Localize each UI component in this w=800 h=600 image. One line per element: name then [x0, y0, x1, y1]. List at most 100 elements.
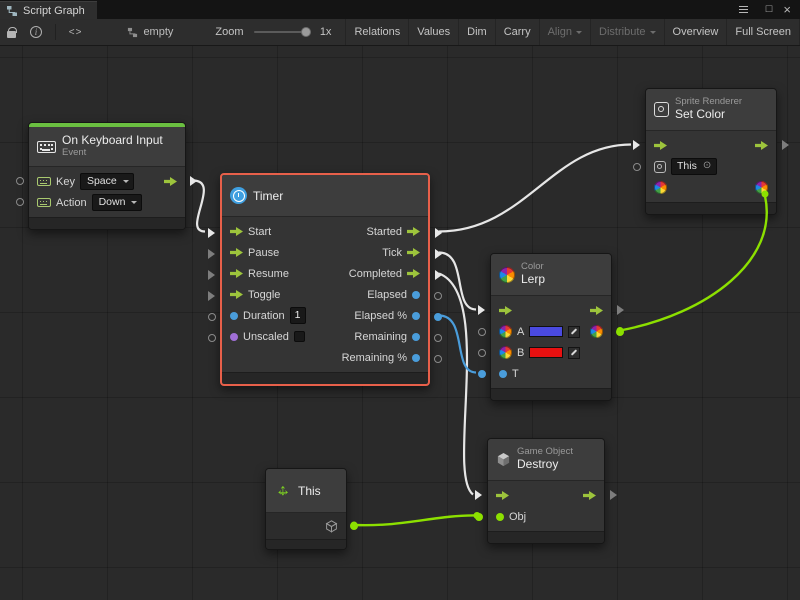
t-port[interactable]	[499, 370, 507, 378]
start-outer-port[interactable]	[208, 228, 215, 238]
b-outer-port[interactable]	[478, 349, 486, 357]
zoom-slider[interactable]	[254, 31, 311, 33]
node-on-keyboard-input[interactable]: On Keyboard Input Event Key Space Action…	[28, 122, 186, 230]
duration-outer-port[interactable]	[208, 313, 216, 321]
tab-script-graph[interactable]: Script Graph	[0, 1, 97, 19]
elapsed-pct-outer-port[interactable]	[434, 313, 442, 321]
flow-in-outer-port[interactable]	[478, 305, 485, 315]
flow-out-outer-port[interactable]	[782, 140, 789, 150]
node-destroy[interactable]: Game Object Destroy Obj	[487, 438, 605, 544]
carry-button[interactable]: Carry	[495, 19, 539, 45]
flow-out-outer-port[interactable]	[610, 490, 617, 500]
toggle-outer-port[interactable]	[208, 291, 215, 301]
target-object-field[interactable]: This	[671, 158, 717, 175]
duration-input[interactable]: 1	[290, 307, 306, 324]
gameobject-cube-port[interactable]	[325, 520, 338, 533]
pause-outer-port[interactable]	[208, 249, 215, 259]
resume-outer-port[interactable]	[208, 270, 215, 280]
distribute-button[interactable]: Distribute	[590, 19, 663, 45]
flow-in-port[interactable]	[499, 306, 512, 315]
fullscreen-button[interactable]: Full Screen	[726, 19, 800, 45]
color-a-swatch[interactable]	[529, 326, 563, 337]
align-button[interactable]: Align	[539, 19, 590, 45]
wire-keyboard-to-timer-start[interactable]	[193, 181, 205, 232]
toggle-port[interactable]	[230, 290, 243, 299]
color-b-swatch[interactable]	[529, 347, 563, 358]
unscaled-checkbox[interactable]	[294, 331, 305, 342]
flow-in-outer-port[interactable]	[633, 140, 640, 150]
window-menu-icon[interactable]	[732, 0, 755, 19]
tick-port[interactable]	[407, 248, 420, 257]
dim-button[interactable]: Dim	[458, 19, 495, 45]
wire-completed-to-destroy[interactable]	[439, 274, 473, 495]
node-this[interactable]: This	[265, 468, 347, 550]
flow-in-outer-port[interactable]	[475, 490, 482, 500]
values-button[interactable]: Values	[408, 19, 458, 45]
wire-elapsedpct-to-t[interactable]	[439, 316, 476, 373]
action-outer-port[interactable]	[16, 198, 24, 206]
trigger-outer-port[interactable]	[190, 176, 197, 186]
flow-in-port[interactable]	[654, 141, 667, 150]
key-dropdown[interactable]: Space	[80, 173, 134, 190]
flow-in-port[interactable]	[496, 491, 509, 500]
action-dropdown[interactable]: Down	[92, 194, 143, 211]
elapsed-outer-port[interactable]	[434, 292, 442, 300]
color-out-port[interactable]	[590, 325, 603, 338]
resume-port[interactable]	[230, 269, 243, 278]
completed-port[interactable]	[407, 269, 420, 278]
pause-port[interactable]	[230, 248, 243, 257]
a-port-icon[interactable]	[499, 325, 512, 338]
overview-button[interactable]: Overview	[664, 19, 727, 45]
tick-outer-port[interactable]	[435, 249, 442, 259]
graph-canvas[interactable]: On Keyboard Input Event Key Space Action…	[0, 46, 800, 600]
node-timer[interactable]: Timer Start Started Pause Tick Resume Co…	[220, 173, 430, 386]
action-port-icon[interactable]	[37, 198, 51, 207]
a-outer-port[interactable]	[478, 328, 486, 336]
wire-started-to-setcolor[interactable]	[439, 145, 631, 232]
code-preview-icon[interactable]	[62, 19, 90, 45]
info-icon[interactable]	[23, 19, 49, 45]
relations-button[interactable]: Relations	[345, 19, 408, 45]
started-port[interactable]	[407, 227, 420, 236]
close-icon[interactable]: ×	[783, 3, 791, 16]
elapsed-port[interactable]	[412, 291, 420, 299]
zoom-slider-handle[interactable]	[301, 27, 311, 37]
key-port-icon[interactable]	[37, 177, 51, 186]
obj-port[interactable]	[496, 513, 504, 521]
flow-out-port[interactable]	[590, 306, 603, 315]
trigger-out-port[interactable]	[164, 177, 177, 186]
object-picker-icon[interactable]	[703, 161, 711, 171]
t-outer-port[interactable]	[478, 370, 486, 378]
elapsed-pct-port[interactable]	[412, 312, 420, 320]
wire-tick-to-lerp[interactable]	[439, 253, 476, 310]
this-outer-port[interactable]	[350, 522, 358, 530]
completed-outer-port[interactable]	[435, 270, 442, 280]
b-port-icon[interactable]	[499, 346, 512, 359]
started-outer-port[interactable]	[435, 228, 442, 238]
obj-outer-port[interactable]	[475, 513, 483, 521]
remaining-pct-outer-port[interactable]	[434, 355, 442, 363]
color-pass-port[interactable]	[755, 181, 768, 194]
remaining-port[interactable]	[412, 333, 420, 341]
key-outer-port[interactable]	[16, 177, 24, 185]
wire-this-to-obj[interactable]	[354, 515, 475, 525]
eyedropper-icon[interactable]	[568, 326, 580, 338]
remaining-outer-port[interactable]	[434, 334, 442, 342]
wire-lerp-to-setcolor-color[interactable]	[620, 196, 767, 331]
node-set-color[interactable]: Sprite Renderer Set Color This	[645, 88, 777, 215]
unscaled-port[interactable]	[230, 333, 238, 341]
flow-out-port[interactable]	[755, 141, 768, 150]
lock-icon[interactable]	[0, 19, 23, 45]
target-outer-port[interactable]	[633, 163, 641, 171]
color-in-port[interactable]	[654, 181, 667, 194]
node-color-lerp[interactable]: Color Lerp A B	[490, 253, 612, 401]
color-out-outer-port[interactable]	[616, 328, 624, 336]
start-port[interactable]	[230, 227, 243, 236]
maximize-icon[interactable]: □	[766, 4, 773, 15]
eyedropper-icon[interactable]	[568, 347, 580, 359]
target-port-icon[interactable]	[654, 161, 666, 173]
remaining-pct-port[interactable]	[412, 354, 420, 362]
unscaled-outer-port[interactable]	[208, 334, 216, 342]
flow-out-port[interactable]	[583, 491, 596, 500]
duration-port[interactable]	[230, 312, 238, 320]
